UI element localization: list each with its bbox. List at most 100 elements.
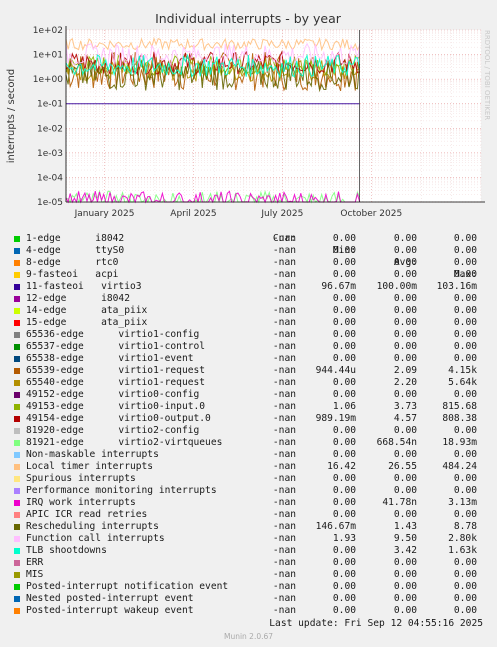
legend-max: 103.16m [436, 281, 477, 292]
legend-min: 0.00 [332, 233, 356, 244]
legend-row: 49153-edge virtio0-input.0 -nan 1.06 3.73 81… [0, 401, 497, 413]
legend-row: Posted-interrupt notification event -nan 0… [0, 581, 497, 593]
legend-row: Performance monitoring interrupts -nan 0.0… [0, 485, 497, 497]
legend-avg: 0.00 [393, 245, 417, 256]
legend-label: 8-edge rtc0 [26, 257, 119, 268]
legend-min: 0.00 [332, 377, 356, 388]
legend-min: 1.93 [332, 533, 356, 544]
legend-row: Posted-interrupt wakeup event -nan 0.00 0.0… [0, 605, 497, 617]
legend-swatch [14, 284, 20, 290]
legend-min: 0.00 [332, 473, 356, 484]
legend-cur: -nan [272, 245, 296, 256]
legend-label: 15-edge ata_piix [26, 317, 148, 328]
legend-row: APIC ICR read retries -nan 0.00 0.00 0.00 [0, 509, 497, 521]
legend-row: Rescheduling interrupts -nan 146.67m 1.43 8.… [0, 521, 497, 533]
legend-row: 49152-edge virtio0-config -nan 0.00 0.00 0.0… [0, 389, 497, 401]
legend-avg: 41.78n [382, 497, 417, 508]
legend-swatch [14, 260, 20, 266]
legend-row: 65537-edge virtio1-control -nan 0.00 0.00 0.… [0, 341, 497, 353]
legend-row: 12-edge i8042 -nan 0.00 0.00 0.00 [0, 293, 497, 305]
legend-max: 0.00 [453, 593, 477, 604]
legend-max: 0.00 [453, 509, 477, 520]
legend-label: 81920-edge virtio2-config [26, 425, 200, 436]
legend-row: 4-edge ttyS0 -nan 0.00 0.00 0.00 [0, 245, 497, 257]
legend-row: 65536-edge virtio1-config -nan 0.00 0.00 0.0… [0, 329, 497, 341]
y-tick-labels: 1e+02 1e+01 1e+00 1e-01 1e-02 1e-03 1e-04 1e-05 [33, 26, 64, 208]
y-tick-label: 1e-03 [37, 149, 63, 159]
legend-avg: 100.00m [376, 281, 417, 292]
legend-row: 81921-edge virtio2-virtqueues -nan 0.00 668… [0, 437, 497, 449]
legend-swatch [14, 440, 20, 446]
interrupts-chart: Individual interrupts - by year interrup… [6, 11, 491, 219]
legend-min: 96.67m [321, 281, 356, 292]
legend-row: 11-fasteoi virtio3 -nan 96.67m 100.00m 103.1… [0, 281, 497, 293]
legend-row: Local timer interrupts -nan 16.42 26.55 484.… [0, 461, 497, 473]
legend-row: Function call interrupts -nan 1.93 9.50 2.80… [0, 533, 497, 545]
legend-swatch [14, 344, 20, 350]
legend-row: 65540-edge virtio1-request -nan 0.00 2.20 5.… [0, 377, 497, 389]
legend-min: 0.00 [332, 269, 356, 280]
legend-min: 0.00 [332, 593, 356, 604]
legend-table: Cur: Min: Avg: Max: 1-edge i8042 -nan 0.00… [0, 221, 497, 617]
legend-swatch [14, 524, 20, 530]
legend-avg: 26.55 [388, 461, 417, 472]
legend-row: 1-edge i8042 -nan 0.00 0.00 0.00 [0, 233, 497, 245]
legend-avg: 0.00 [393, 485, 417, 496]
legend-label: 11-fasteoi virtio3 [26, 281, 142, 292]
legend-avg: 0.00 [393, 473, 417, 484]
legend-swatch [14, 296, 20, 302]
legend-avg: 0.00 [393, 269, 417, 280]
legend-row: Spurious interrupts -nan 0.00 0.00 0.00 [0, 473, 497, 485]
legend-swatch [14, 416, 20, 422]
legend-cur: -nan [272, 581, 296, 592]
legend-cur: -nan [272, 449, 296, 460]
legend-max: 815.68 [442, 401, 477, 412]
legend-max: 4.15k [448, 365, 477, 376]
legend-label: 49152-edge virtio0-config [26, 389, 200, 400]
legend-label: APIC ICR read retries [26, 509, 148, 520]
legend-label: 65539-edge virtio1-request [26, 365, 206, 376]
legend-min: 944.44u [315, 365, 356, 376]
legend-min: 989.19m [315, 413, 356, 424]
legend-cur: -nan [272, 293, 296, 304]
legend-max: 0.00 [453, 317, 477, 328]
legend-avg: 1.43 [393, 521, 417, 532]
legend-min: 0.00 [332, 605, 356, 616]
legend-row: Nested posted-interrupt event -nan 0.00 0.0… [0, 593, 497, 605]
legend-swatch [14, 368, 20, 374]
legend-min: 16.42 [327, 461, 356, 472]
legend-label: 14-edge ata_piix [26, 305, 148, 316]
legend-swatch [14, 596, 20, 602]
legend-min: 0.00 [332, 557, 356, 568]
legend-label: MIS [26, 569, 44, 580]
legend-row: 8-edge rtc0 -nan 0.00 0.00 0.00 [0, 257, 497, 269]
legend-cur: -nan [272, 557, 296, 568]
x-tick-label: January 2025 [74, 209, 135, 219]
legend-cur: -nan [272, 485, 296, 496]
legend-max: 808.38 [442, 413, 477, 424]
legend-label: 65536-edge virtio1-config [26, 329, 200, 340]
legend-label: Spurious interrupts [26, 473, 136, 484]
legend-row: 49154-edge virtio0-output.0 -nan 989.19m 4.… [0, 413, 497, 425]
legend-swatch [14, 320, 20, 326]
legend-avg: 0.00 [393, 293, 417, 304]
legend-cur: -nan [272, 389, 296, 400]
legend-swatch [14, 464, 20, 470]
legend-cur: -nan [272, 365, 296, 376]
legend-swatch [14, 248, 20, 254]
legend-min: 0.00 [332, 305, 356, 316]
legend-max: 18.93m [442, 437, 477, 448]
legend-label: Rescheduling interrupts [26, 521, 159, 532]
legend-avg: 0.00 [393, 449, 417, 460]
legend-label: Posted-interrupt notification event [26, 581, 229, 592]
legend-min: 0.00 [332, 353, 356, 364]
legend-max: 0.00 [453, 233, 477, 244]
legend-avg: 0.00 [393, 329, 417, 340]
legend-max: 8.78 [453, 521, 477, 532]
y-tick-label: 1e+02 [33, 26, 63, 36]
legend-avg: 0.00 [393, 257, 417, 268]
legend-cur: -nan [272, 569, 296, 580]
legend-label: Non-maskable interrupts [26, 449, 159, 460]
legend-min: 0.00 [332, 257, 356, 268]
legend-row: 65538-edge virtio1-event -nan 0.00 0.00 0.00 [0, 353, 497, 365]
